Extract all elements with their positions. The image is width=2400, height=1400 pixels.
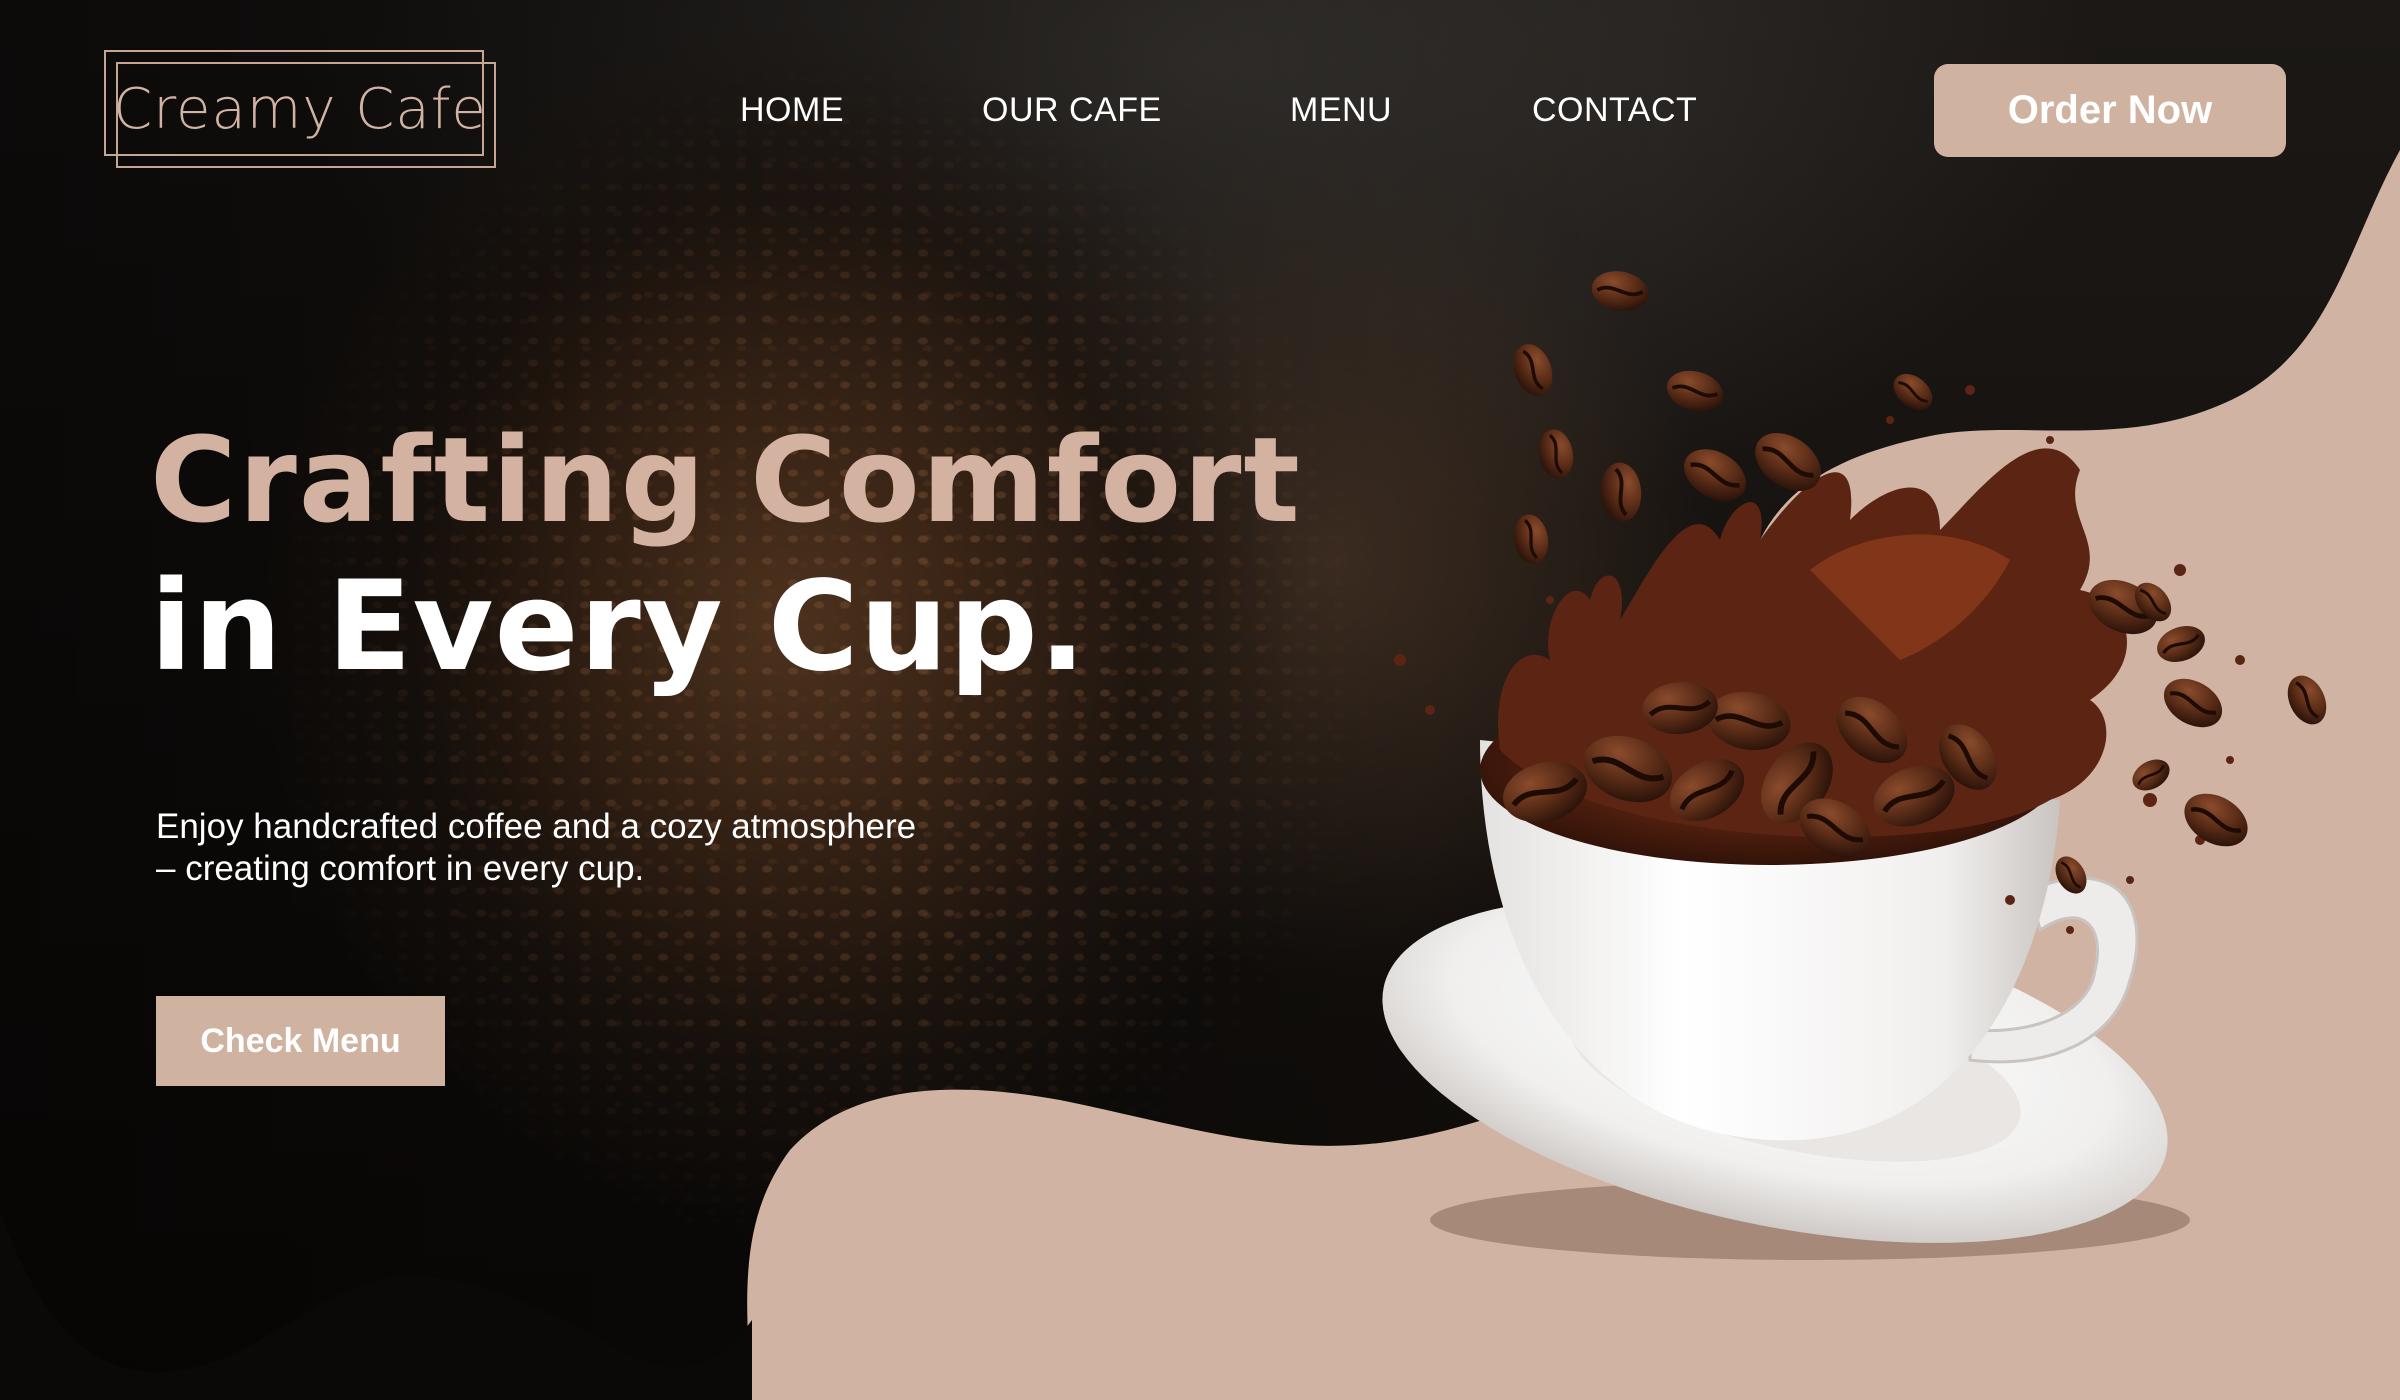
hero-subtext-line-1: Enjoy handcrafted coffee and a cozy atmo… bbox=[156, 807, 917, 846]
headline-line-2: in Every Cup. bbox=[150, 555, 1087, 699]
nav-link-menu[interactable]: MENU bbox=[1290, 88, 1392, 132]
hero-subtext: Enjoy handcrafted coffee and a cozy atmo… bbox=[156, 806, 1036, 890]
hero-section: Creamy Cafe HOME OUR CAFE MENU CONTACT O… bbox=[0, 0, 2400, 1400]
nav-link-contact[interactable]: CONTACT bbox=[1532, 88, 1697, 132]
nav-link-home[interactable]: HOME bbox=[740, 88, 844, 132]
bottom-left-dark-wave bbox=[0, 1210, 690, 1400]
check-menu-button[interactable]: Check Menu bbox=[156, 996, 445, 1086]
nav-link-our-cafe[interactable]: OUR CAFE bbox=[982, 88, 1162, 132]
coffee-cup-splash-icon bbox=[1382, 265, 2336, 1260]
headline-line-1: Crafting Comfort bbox=[150, 411, 1302, 549]
hero-subtext-line-2: – creating comfort in every cup. bbox=[156, 849, 645, 888]
order-now-button[interactable]: Order Now bbox=[1934, 64, 2286, 157]
